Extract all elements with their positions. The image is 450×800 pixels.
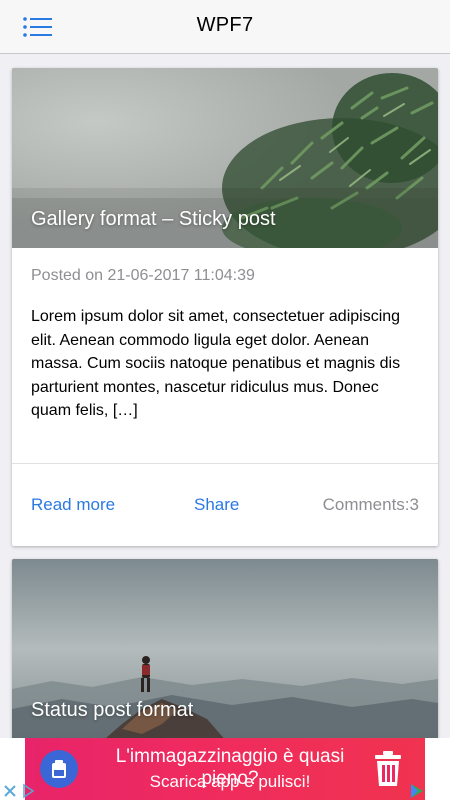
close-ad-icon[interactable] [2, 783, 18, 799]
share-link[interactable]: Share [194, 495, 239, 515]
ad-banner[interactable]: L'immagazzinaggio è quasi pieno? Scarica… [0, 738, 450, 800]
post-date: Posted on 21-06-2017 11:04:39 [31, 267, 255, 284]
post-hero-image[interactable]: Gallery format – Sticky post [12, 68, 438, 248]
top-navbar: WPF7 [0, 0, 450, 54]
post-hero-image[interactable]: Status post format [12, 559, 438, 738]
post-card: Gallery format – Sticky post Posted on 2… [12, 68, 438, 546]
ad-subline: Scarica app e pulisci! [149, 772, 311, 791]
ad-choices-icon[interactable] [20, 783, 36, 799]
post-list[interactable]: Gallery format – Sticky post Posted on 2… [0, 55, 450, 738]
ad-creative[interactable]: L'immagazzinaggio è quasi pieno? Scarica… [25, 738, 425, 800]
post-excerpt: Lorem ipsum dolor sit amet, consectetuer… [31, 308, 401, 419]
read-more-link[interactable]: Read more [31, 495, 115, 515]
page-title: WPF7 [196, 14, 254, 36]
comments-count[interactable]: Comments:3 [323, 495, 419, 515]
post-title[interactable]: Gallery format – Sticky post [31, 208, 276, 231]
post-content: Posted on 21-06-2017 11:04:39 Lorem ipsu… [12, 248, 438, 464]
post-card: Status post format [12, 559, 438, 738]
post-footer: Read more Share Comments:3 [12, 463, 438, 546]
storage-app-icon [40, 750, 78, 788]
trash-icon [371, 750, 405, 788]
play-store-icon [411, 784, 423, 798]
post-title[interactable]: Status post format [31, 699, 193, 722]
